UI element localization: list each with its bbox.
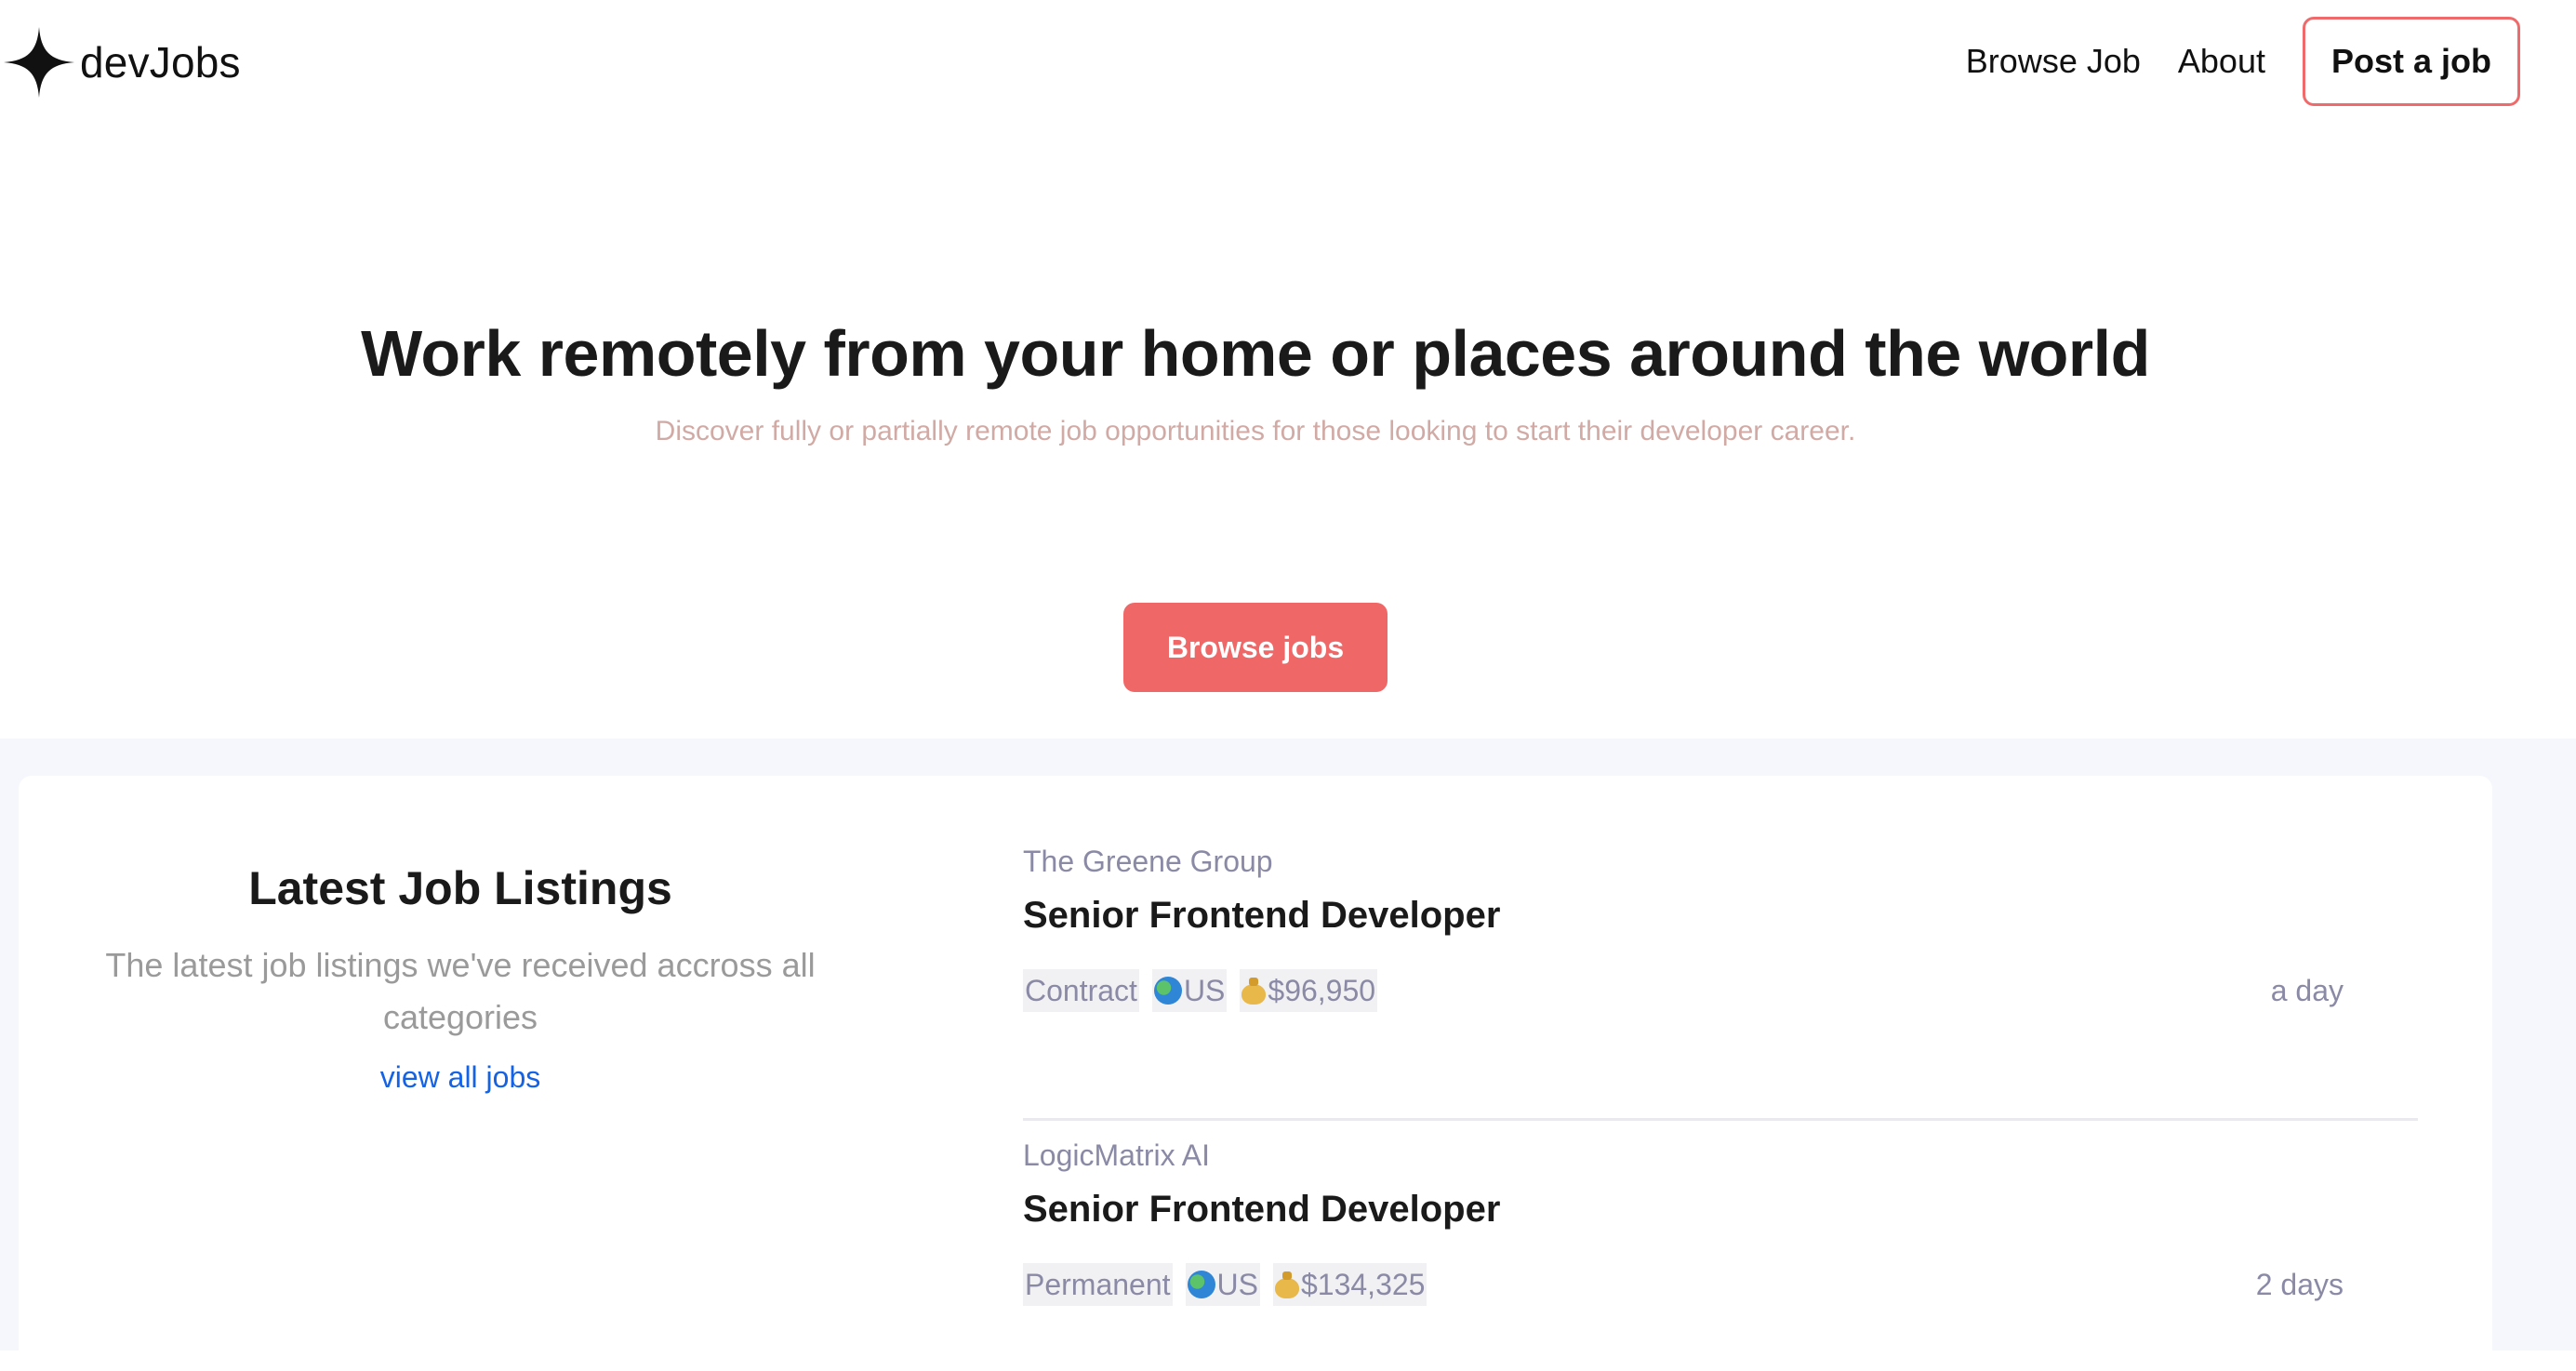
job-listing-item[interactable]: The Greene Group Senior Frontend Develop…	[1023, 845, 2418, 1031]
logo[interactable]: devJobs	[0, 22, 241, 102]
job-title-link[interactable]: Senior Frontend Developer	[1023, 895, 1500, 937]
nav-browse-job-link[interactable]: Browse Job	[1966, 42, 2141, 81]
job-type-tag: Permanent	[1023, 1263, 1173, 1306]
job-company: The Greene Group	[1023, 845, 1273, 878]
job-tags: Contract US $96,950	[1023, 969, 1390, 1012]
job-location: US	[1183, 974, 1226, 1007]
listings-card: Latest Job Listings The latest job listi…	[19, 776, 2492, 1371]
globe-icon	[1187, 1271, 1215, 1298]
job-location-tag: US	[1185, 1263, 1260, 1306]
globe-icon	[1153, 977, 1182, 1005]
browse-jobs-button[interactable]: Browse jobs	[1123, 603, 1388, 692]
job-posted-time: a day	[2270, 974, 2344, 1007]
job-divider	[1023, 1118, 2418, 1121]
money-bag-icon	[1242, 977, 1267, 1005]
listings-title: Latest Job Listings	[248, 862, 672, 914]
job-location: US	[1216, 1268, 1258, 1301]
listings-description: The latest job listings we've received a…	[105, 946, 816, 1036]
view-all-jobs-link[interactable]: view all jobs	[380, 1060, 541, 1095]
job-salary-tag: $96,950	[1240, 969, 1378, 1012]
hero-section: Work remotely from your home or places a…	[0, 125, 2511, 739]
listings-intro: Latest Job Listings The latest job listi…	[74, 813, 846, 1095]
post-job-button[interactable]: Post a job	[2302, 17, 2520, 106]
hero-subtitle: Discover fully or partially remote job o…	[655, 416, 1856, 446]
job-salary: $96,950	[1268, 974, 1376, 1007]
hero-title: Work remotely from your home or places a…	[361, 317, 2150, 390]
job-company: LogicMatrix AI	[1023, 1138, 1210, 1172]
job-listing-item[interactable]: LogicMatrix AI Senior Frontend Developer…	[1023, 1138, 2418, 1324]
nav-about-link[interactable]: About	[2178, 42, 2265, 81]
listings-section: Latest Job Listings The latest job listi…	[0, 739, 2576, 1371]
job-type-tag: Contract	[1023, 969, 1139, 1012]
sparkle-icon	[4, 27, 74, 98]
job-salary-tag: $134,325	[1272, 1263, 1427, 1306]
job-location-tag: US	[1151, 969, 1228, 1012]
logo-text: devJobs	[80, 38, 241, 87]
job-title-link[interactable]: Senior Frontend Developer	[1023, 1189, 1500, 1231]
job-tags: Permanent US $134,325	[1023, 1263, 1440, 1306]
header: devJobs Browse Job About Post a job	[0, 0, 2576, 125]
money-bag-icon	[1274, 1271, 1299, 1298]
job-posted-time: 2 days	[2255, 1268, 2344, 1301]
job-salary: $134,325	[1300, 1268, 1426, 1301]
main-nav: Browse Job About Post a job	[1966, 17, 2520, 106]
